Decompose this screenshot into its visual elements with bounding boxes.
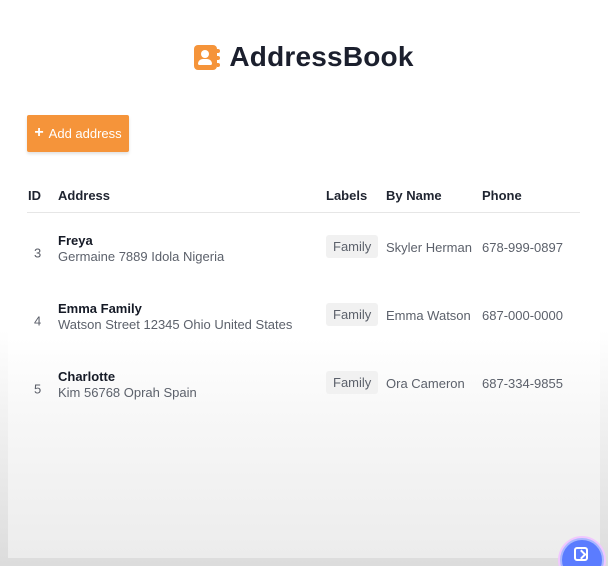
row-id: 3 — [34, 245, 42, 261]
phone-number: 678-999-0897 — [482, 240, 563, 255]
address-book-tab-icon — [217, 48, 221, 53]
by-name: Ora Cameron — [386, 376, 465, 391]
phone-number: 687-000-0000 — [482, 308, 563, 323]
table-header: ID Address Labels By Name Phone — [27, 180, 580, 213]
table-row[interactable]: 4 Emma Family Watson Street 12345 Ohio U… — [27, 281, 580, 349]
contact-name: Freya — [58, 233, 93, 248]
column-header-id: ID — [28, 188, 41, 203]
by-name: Emma Watson — [386, 308, 471, 323]
assistant-icon — [574, 547, 588, 561]
table-row[interactable]: 3 Freya Germaine 7889 Idola Nigeria Fami… — [27, 213, 580, 281]
contact-address: Kim 56768 Oprah Spain — [58, 385, 197, 400]
column-header-labels: Labels — [326, 188, 368, 203]
add-address-label: Add address — [48, 126, 122, 141]
label-badge: Family — [326, 235, 379, 258]
column-header-phone: Phone — [482, 188, 522, 203]
plus-icon: + — [34, 124, 44, 141]
row-id: 4 — [34, 313, 42, 329]
address-book-tab-icon — [217, 62, 221, 67]
column-header-by-name: By Name — [386, 188, 442, 203]
phone-number: 687-334-9855 — [482, 376, 563, 391]
contact-address: Germaine 7889 Idola Nigeria — [58, 249, 225, 264]
table-row[interactable]: 5 Charlotte Kim 56768 Oprah Spain Family… — [27, 349, 580, 417]
contact-address: Watson Street 12345 Ohio United States — [58, 317, 293, 332]
add-address-button[interactable]: + Add address — [27, 115, 129, 152]
column-header-address: Address — [58, 188, 111, 203]
address-table: ID Address Labels By Name Phone 3 Freya … — [27, 180, 580, 417]
address-book-tab-icon — [217, 55, 221, 60]
row-id: 5 — [34, 381, 42, 397]
address-book-icon — [194, 44, 221, 70]
contact-name: Charlotte — [58, 369, 116, 384]
app-header: AddressBook — [0, 41, 608, 73]
by-name: Skyler Herman — [386, 240, 472, 255]
page-title: AddressBook — [229, 41, 414, 72]
label-badge: Family — [326, 303, 379, 326]
label-badge: Family — [326, 371, 379, 394]
contact-name: Emma Family — [58, 301, 142, 316]
